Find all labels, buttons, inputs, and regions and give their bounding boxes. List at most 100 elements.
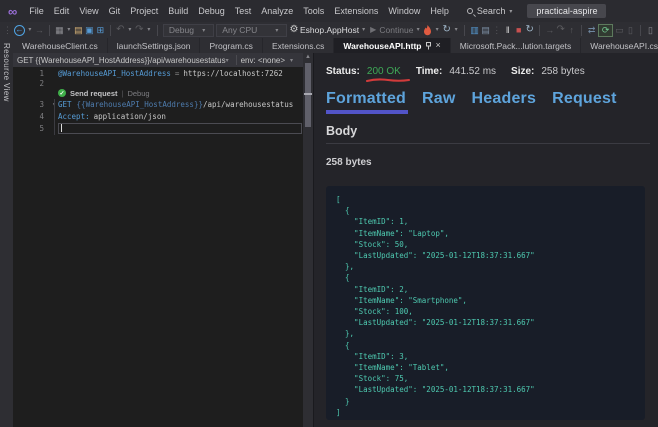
request-selector-dropdown[interactable]: GET {{WarehouseAPI_HostAddress}}/api/war…	[17, 56, 232, 65]
solution-platform-select[interactable]: Any CPU ▾	[216, 24, 287, 37]
editor-scrollbar[interactable]: ▲	[303, 53, 313, 427]
toolbar-grip-icon[interactable]: ⋮	[3, 23, 12, 37]
solution-configuration-select[interactable]: Debug ▾	[163, 24, 214, 37]
response-tab[interactable]: Raw	[422, 90, 456, 108]
navigate-forward-icon[interactable]: →	[35, 23, 44, 37]
save-icon[interactable]: ▣	[85, 23, 94, 37]
menu-item[interactable]: Extensions	[329, 6, 383, 16]
environment-dropdown[interactable]: env: <none> ▾	[241, 56, 299, 65]
menu-item[interactable]: View	[74, 6, 103, 16]
response-body-container[interactable]: [ { "ItemID": 1, "ItemName": "Laptop", "…	[326, 186, 645, 420]
exceptions-window-icon[interactable]: ▯	[626, 23, 635, 37]
hot-reload-icon[interactable]	[423, 23, 432, 37]
chevron-down-icon[interactable]: ▾	[415, 23, 421, 37]
hot-reload-on-save-toggle[interactable]: ⟳	[598, 24, 613, 37]
step-out-icon[interactable]: ↑	[567, 23, 576, 37]
toolbar-separator	[157, 25, 158, 36]
step-over-icon[interactable]: ↷	[556, 23, 565, 37]
restart-application-icon[interactable]: ↻	[442, 23, 451, 37]
document-tab[interactable]: Microsoft.Pack...lution.targets ×	[451, 38, 582, 53]
show-next-statement-icon[interactable]: →	[545, 23, 554, 37]
restart-debug-icon[interactable]: ↻	[525, 23, 534, 37]
bookmark-icon[interactable]: ▯	[646, 23, 655, 37]
open-folder-icon[interactable]: ▤	[74, 23, 83, 37]
debug-request-link[interactable]: Debug	[127, 89, 149, 98]
response-tab[interactable]: Request	[552, 90, 617, 108]
http-response-panel: Status: 200 OK Time: 441.52 ms Size: 258…	[313, 53, 658, 427]
chevron-down-icon[interactable]: ▾	[66, 23, 72, 37]
menu-item[interactable]: Help	[425, 6, 454, 16]
menu-item[interactable]: Git	[104, 6, 126, 16]
navigate-back-icon[interactable]: ←	[14, 25, 25, 36]
document-tab-label: Microsoft.Pack...lution.targets	[460, 41, 572, 51]
http-request-bar: GET {{WarehouseAPI_HostAddress}}/api/war…	[13, 53, 313, 67]
document-tab[interactable]: WarehouseAPI.http ×	[334, 38, 450, 53]
menu-item[interactable]: Edit	[49, 6, 75, 16]
resource-view-tab[interactable]: Resource View	[2, 43, 11, 102]
chevron-down-icon[interactable]: ▾	[27, 23, 33, 37]
document-tab[interactable]: launchSettings.json ×	[108, 38, 201, 53]
menu-item[interactable]: Build	[163, 6, 193, 16]
menu-item[interactable]: Project	[125, 6, 163, 16]
line-number: 3	[13, 100, 50, 109]
menu-item[interactable]: Analyze	[256, 6, 298, 16]
save-all-icon[interactable]: ⊞	[96, 23, 105, 37]
continue-button[interactable]: Continue	[380, 23, 414, 37]
platform-value: Any CPU	[222, 25, 257, 35]
close-icon[interactable]: ×	[435, 41, 440, 50]
code-editor[interactable]: 1 @WarehouseAPI_HostAddress = https://lo…	[13, 67, 303, 427]
document-tab-label: launchSettings.json	[117, 41, 191, 51]
document-tab-label: WarehouseClient.cs	[22, 41, 98, 51]
toolbar-separator	[110, 25, 111, 36]
toolbar-grip-icon[interactable]: ⋮	[492, 23, 501, 37]
body-size-text: 258 bytes	[326, 157, 658, 168]
immediate-window-icon[interactable]: ▤	[481, 23, 490, 37]
scrollbar-up-arrow-icon[interactable]: ▲	[303, 53, 313, 62]
chevron-down-icon: ▾	[226, 57, 232, 64]
breakpoints-window-icon[interactable]: ▭	[615, 23, 624, 37]
chevron-down-icon[interactable]: ▾	[146, 23, 152, 37]
attach-process-icon[interactable]: ⇄	[587, 23, 596, 37]
menu-item[interactable]: Tools	[298, 6, 329, 16]
search-control[interactable]: Search ▾	[467, 6, 513, 16]
time-value: 441.52 ms	[449, 66, 496, 77]
document-tab[interactable]: WarehouseClient.cs ×	[13, 38, 108, 53]
document-tab[interactable]: Program.cs ×	[200, 38, 262, 53]
menu-item[interactable]: Window	[383, 6, 425, 16]
code-line-variable-declaration: @WarehouseAPI_HostAddress = https://loca…	[58, 69, 283, 78]
undo-icon[interactable]: ↶	[116, 23, 125, 37]
scrollbar-caret-marker	[304, 93, 312, 95]
new-item-icon[interactable]: ▦	[55, 23, 64, 37]
time-label: Time:	[416, 66, 443, 77]
header-name-token: Accept:	[58, 112, 90, 121]
menu-item[interactable]: File	[24, 6, 49, 16]
document-tab[interactable]: WarehouseAPI.csproj ×	[581, 38, 658, 53]
solution-name-badge[interactable]: practical-aspire	[527, 4, 606, 18]
pause-icon[interactable]: ‖	[503, 23, 512, 37]
startup-project-button[interactable]: Eshop.AppHost	[300, 23, 358, 37]
body-section-heading: Body	[326, 124, 658, 138]
response-tab[interactable]: Headers	[472, 90, 537, 108]
side-dock-strip: Resource View	[0, 38, 13, 427]
pin-icon[interactable]	[425, 42, 432, 50]
output-window-icon[interactable]: ▥	[470, 23, 479, 37]
chevron-down-icon[interactable]: ▾	[361, 23, 367, 37]
chevron-down-icon[interactable]: ▾	[127, 23, 133, 37]
chevron-down-icon: ▾	[275, 27, 281, 34]
redo-icon[interactable]: ↷	[135, 23, 144, 37]
variable-reference-token: {{WarehouseAPI_HostAddress}}	[77, 100, 203, 109]
operator-token: =	[175, 69, 180, 78]
current-line-highlight	[58, 123, 302, 134]
menu-item[interactable]: Test	[230, 6, 257, 16]
response-tab[interactable]: Formatted	[326, 90, 406, 108]
chevron-down-icon[interactable]: ▾	[453, 23, 459, 37]
send-request-link[interactable]: Send request	[70, 89, 118, 98]
chevron-down-icon[interactable]: ▾	[434, 23, 440, 37]
search-icon	[467, 8, 473, 14]
play-icon[interactable]: ▶	[369, 23, 378, 37]
scrollbar-thumb[interactable]	[305, 63, 311, 127]
document-tab[interactable]: Extensions.cs ×	[263, 38, 334, 53]
stop-icon[interactable]: ■	[514, 23, 523, 37]
toolbar-separator	[640, 25, 641, 36]
menu-item[interactable]: Debug	[193, 6, 230, 16]
